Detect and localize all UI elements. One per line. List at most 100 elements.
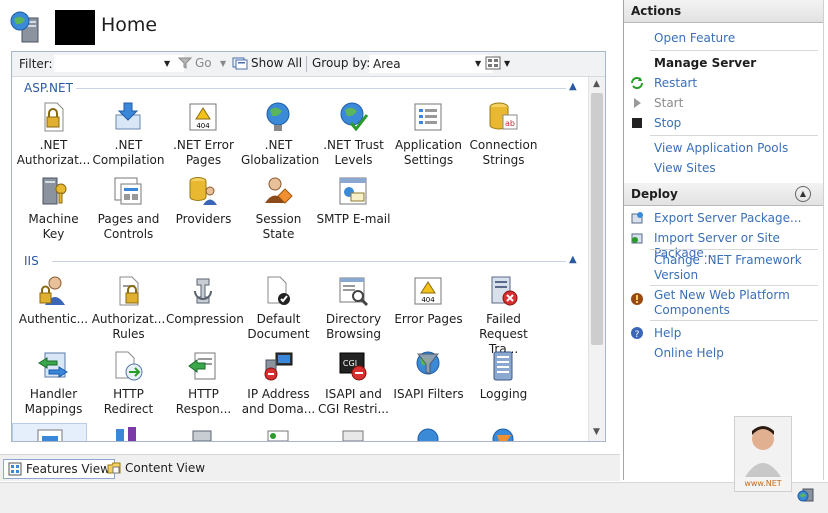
manage-server-heading: Manage Server (654, 56, 757, 70)
start-link[interactable]: Start (654, 96, 683, 111)
scroll-up-icon[interactable]: ▲ (593, 79, 600, 89)
get-web-platform-link[interactable]: Get New Web Platform Components (654, 288, 790, 318)
export-package-icon (631, 212, 643, 224)
collapse-iis-icon[interactable]: ▲ (569, 254, 577, 265)
feature-isapi-filters[interactable]: ISAPI Filters (391, 350, 466, 422)
http-response-headers-icon (188, 352, 216, 380)
scroll-down-icon[interactable]: ▼ (593, 427, 600, 437)
go-button[interactable]: Go (178, 56, 212, 70)
group-header-aspnet[interactable]: ASP.NET (24, 81, 73, 97)
feature-ip-address-domain[interactable]: IP Address and Doma... (241, 350, 316, 422)
group-header-iis[interactable]: IIS (24, 254, 39, 270)
feature-label: HTTP Respon... (175, 387, 232, 416)
feature-compression[interactable]: Compression (166, 275, 244, 347)
actions-pane: Actions Open Feature Manage Server Resta… (623, 0, 824, 480)
funnel-icon (178, 57, 192, 69)
feature-default-document[interactable]: Default Document (241, 275, 316, 347)
filter-dropdown-icon[interactable]: ▼ (164, 59, 170, 68)
feature-connection-strings[interactable]: ab Connection Strings (466, 101, 541, 173)
ip-address-icon (264, 352, 293, 381)
feature-label: Authentic... (18, 312, 89, 326)
pane-separator (650, 135, 818, 136)
feature-directory-browsing[interactable]: Directory Browsing (316, 275, 391, 347)
feature-label: Default Document (247, 312, 310, 341)
feature-dotnet-compilation[interactable]: .NET Compilation (91, 101, 166, 173)
svg-text:404: 404 (421, 296, 435, 304)
pane-separator (650, 249, 818, 250)
content-view-tab[interactable]: Content View (103, 459, 209, 477)
features-view-tab[interactable]: Features View (3, 459, 115, 479)
feature-authentication[interactable]: Authentic... (16, 275, 91, 347)
feature-label: Handler Mappings (24, 387, 83, 416)
open-feature-link[interactable]: Open Feature (654, 31, 735, 46)
export-server-package-link[interactable]: Export Server Package... (654, 211, 801, 226)
http-redirect-icon (115, 351, 143, 381)
feature-dotnet-authorization[interactable]: .NET Authorizat... (16, 101, 91, 173)
pane-separator (650, 285, 818, 286)
help-link[interactable]: Help (654, 326, 681, 341)
watermark-avatar: www.NET (734, 416, 792, 492)
deploy-header[interactable]: Deploy (624, 183, 823, 206)
content-view-icon (107, 462, 121, 474)
show-all-button[interactable]: Show All (232, 56, 302, 70)
feature-authorization-rules[interactable]: Authorizat... Rules (91, 275, 166, 347)
logging-icon (493, 351, 513, 381)
feature-session-state[interactable]: Session State (241, 175, 316, 247)
feature-dotnet-error-pages[interactable]: 404 .NET Error Pages (166, 101, 241, 173)
view-mode-button[interactable]: ▼ (485, 56, 510, 70)
feature-smtp-email[interactable]: SMTP E-mail (316, 175, 391, 247)
group-by-select[interactable]: Area ▼ (369, 55, 493, 73)
feature-logging[interactable]: Logging (466, 350, 541, 422)
features-content: ASP.NET ▲ .NET Authorizat... .NET Compil… (12, 77, 588, 441)
features-scrollbar[interactable]: ▲ ▼ (588, 77, 605, 441)
feature-failed-request-tracing[interactable]: Failed Request Tra... (466, 275, 541, 356)
view-mode-icon (485, 56, 501, 70)
feature-application-settings[interactable]: Application Settings (391, 101, 466, 173)
feature-http-redirect[interactable]: HTTP Redirect (91, 350, 166, 422)
feature-machine-key[interactable]: Machine Key (16, 175, 91, 247)
feature-isapi-cgi-restrictions[interactable]: CGI ISAPI and CGI Restri... (316, 350, 391, 422)
collapse-deploy-icon[interactable]: ▲ (795, 186, 811, 202)
feature-pages-and-controls[interactable]: Pages and Controls (91, 175, 166, 247)
scrollbar-thumb[interactable] (591, 93, 603, 345)
dotnet-trust-levels-icon (340, 102, 369, 132)
feature-handler-mappings[interactable]: Handler Mappings (16, 350, 91, 422)
view-application-pools-link[interactable]: View Application Pools (654, 141, 788, 156)
go-dropdown-icon[interactable]: ▼ (220, 59, 226, 68)
worker-processes-icon (417, 428, 439, 441)
online-help-link[interactable]: Online Help (654, 346, 724, 361)
toolbar-separator (306, 56, 307, 72)
application-settings-icon (414, 103, 442, 131)
show-all-icon (232, 57, 248, 70)
server-globe-icon (10, 11, 39, 43)
modules-icon (116, 427, 136, 441)
feature-dotnet-globalization[interactable]: .NET Globalization (241, 101, 319, 173)
authorization-rules-icon (119, 276, 139, 306)
feature-label: Application Settings (394, 138, 463, 167)
feature-http-response-headers[interactable]: HTTP Respon... (166, 350, 241, 422)
page-header: Home (0, 0, 620, 50)
webdav-icon (492, 428, 514, 441)
change-framework-link[interactable]: Change .NET Framework Version (654, 253, 802, 283)
feature-providers[interactable]: Providers (166, 175, 241, 247)
directory-browsing-icon (339, 277, 369, 307)
restart-link[interactable]: Restart (654, 76, 697, 91)
feature-label: Machine Key (28, 212, 79, 241)
help-icon: ? (631, 327, 643, 340)
content-view-label: Content View (125, 461, 206, 475)
view-switcher: Features View Content View (0, 454, 620, 481)
group-by-label: Group by: (312, 56, 371, 70)
error-pages-icon: 404 (414, 277, 442, 305)
feature-selected-partial[interactable] (12, 423, 87, 441)
authentication-icon (39, 276, 65, 305)
feature-dotnet-trust-levels[interactable]: .NET Trust Levels (316, 101, 391, 173)
feature-label: .NET Trust Levels (323, 138, 384, 167)
pane-separator (650, 320, 818, 321)
stop-link[interactable]: Stop (654, 116, 681, 131)
stop-icon (632, 118, 642, 128)
feature-error-pages[interactable]: 404 Error Pages (391, 275, 466, 347)
collapse-aspnet-icon[interactable]: ▲ (569, 81, 577, 92)
isapi-filters-icon (416, 351, 440, 375)
view-sites-link[interactable]: View Sites (654, 161, 716, 176)
actions-header: Actions (624, 0, 823, 23)
